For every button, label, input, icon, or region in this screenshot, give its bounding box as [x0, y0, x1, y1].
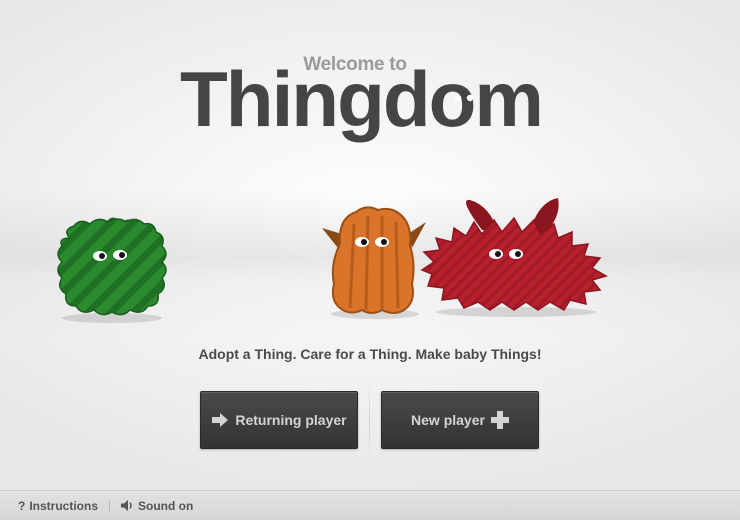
returning-player-button[interactable]: Returning player [200, 391, 358, 449]
orange-horned-thing[interactable] [320, 204, 430, 322]
logo-text: Thingdom [180, 55, 542, 143]
game-stage: Welcome to Thingdom Adopt a Thing. Care … [0, 0, 740, 490]
footer-bar: ? Instructions Sound on [0, 490, 740, 520]
sound-label: Sound on [138, 498, 194, 513]
tagline: Adopt a Thing. Care for a Thing. Make ba… [198, 346, 542, 362]
arrow-right-icon [212, 413, 229, 427]
new-player-label: New player [411, 412, 485, 428]
red-spiky-thing[interactable] [420, 196, 620, 320]
footer-divider [109, 499, 111, 512]
plus-icon [490, 411, 509, 429]
instructions-link[interactable]: ? Instructions [18, 499, 98, 513]
button-divider [369, 380, 370, 460]
new-player-button[interactable]: New player [381, 391, 539, 449]
instructions-label: Instructions [29, 498, 99, 513]
speaker-icon [121, 500, 132, 511]
question-mark-icon: ? [18, 498, 26, 513]
returning-player-label: Returning player [235, 412, 347, 428]
game-logo: Thingdom [180, 55, 544, 143]
sound-toggle[interactable]: Sound on [121, 499, 193, 513]
green-fluffy-thing[interactable] [52, 208, 172, 326]
